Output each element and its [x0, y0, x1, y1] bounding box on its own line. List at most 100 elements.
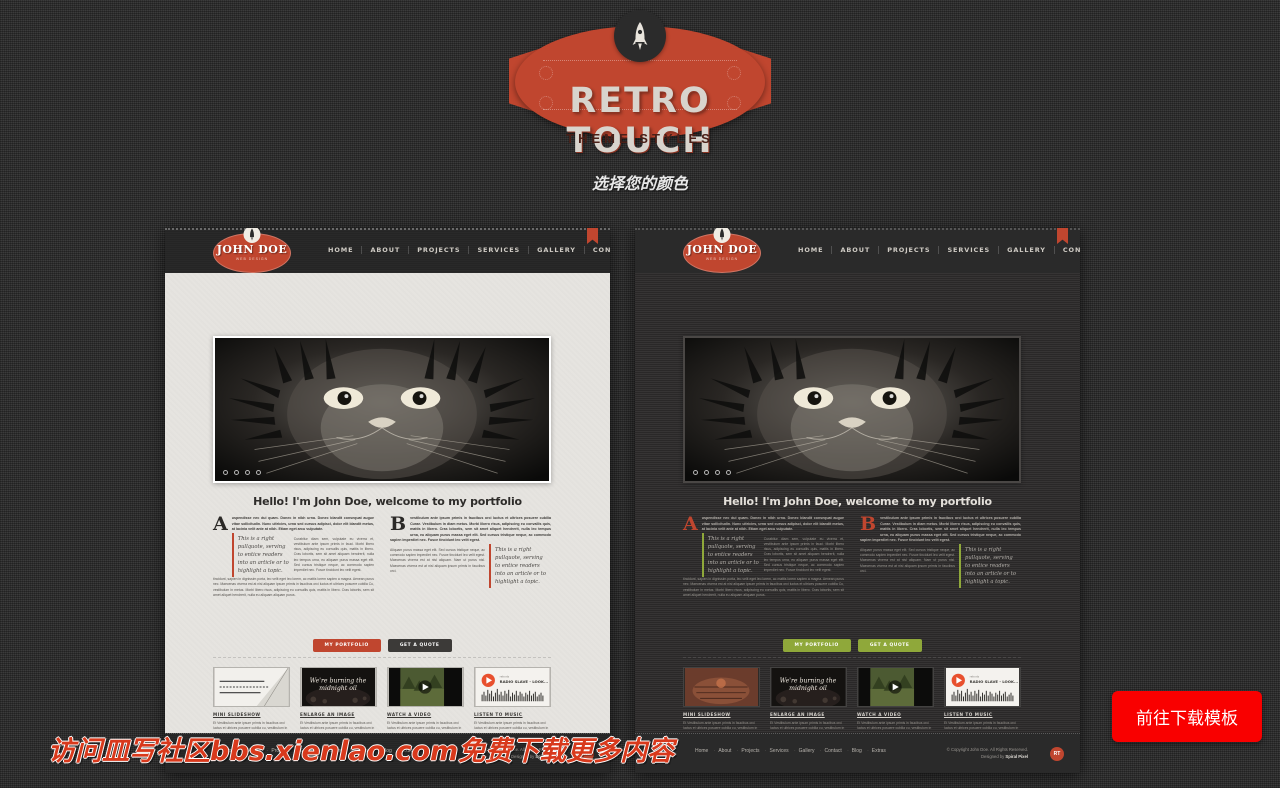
- slider-dot[interactable]: [704, 470, 709, 475]
- main-nav: HOME ABOUT PROJECTS SERVICES GALLERY CON…: [790, 246, 1080, 254]
- footer-link-contact[interactable]: Contact: [820, 748, 849, 754]
- ribbon-icon[interactable]: [587, 228, 598, 244]
- audio-thumb[interactable]: rekods RADIO SLAVE - LOOK...: [474, 667, 551, 707]
- theme-preview-dark[interactable]: JOHN DOE WEB DESIGN HOME ABOUT PROJECTS …: [635, 228, 1080, 773]
- svg-text:midnight oil: midnight oil: [319, 685, 357, 692]
- slider-dots[interactable]: [223, 470, 261, 475]
- choose-color-label: 选择您的颜色: [591, 174, 688, 193]
- footer-nav: Home About Projects Services Gallery Con…: [690, 748, 891, 754]
- card-title[interactable]: WATCH A VIDEO: [857, 712, 934, 717]
- midnight-oil-image: We're burning the midnight oil: [771, 668, 846, 706]
- pullquote: This is a right pullquote, serving to en…: [959, 543, 1021, 588]
- intro-column-right: Bvestibulum ante ipsum primis in faucibu…: [390, 515, 551, 598]
- nav-item-gallery[interactable]: GALLERY: [999, 246, 1055, 254]
- nav-item-projects[interactable]: PROJECTS: [409, 246, 470, 254]
- footer-link-services[interactable]: Services: [764, 748, 795, 754]
- footer-link-blog[interactable]: Blog: [847, 748, 869, 754]
- dropcap: B: [860, 513, 877, 535]
- card-enlarge-image[interactable]: We're burning the midnight oil ENLARGE A…: [300, 667, 377, 733]
- site-logo[interactable]: JOHN DOE WEB DESIGN: [683, 228, 761, 275]
- card-title[interactable]: MINI SLIDESHOW: [213, 712, 290, 717]
- card-title[interactable]: ENLARGE AN IMAGE: [300, 712, 377, 717]
- cta-row: MY PORTFOLIO GET A QUOTE: [213, 639, 551, 652]
- badge-ornament-icon: [539, 66, 553, 80]
- card-mini-slideshow[interactable]: MINI SLIDESHOW Et Vestibulum ante ipsum …: [213, 667, 290, 733]
- footer-badge-icon[interactable]: RT: [1050, 747, 1064, 761]
- nav-item-services[interactable]: SERVICES: [939, 246, 1000, 254]
- hero-slider[interactable]: [213, 336, 551, 483]
- video-image: [858, 668, 933, 706]
- card-watch-video[interactable]: WATCH A VIDEO Et Vestibulum ante ipsum p…: [857, 667, 934, 733]
- slider-dots[interactable]: [693, 470, 731, 475]
- svg-text:rekods: rekods: [500, 675, 510, 679]
- my-portfolio-button[interactable]: MY PORTFOLIO: [782, 639, 851, 652]
- nav-item-about[interactable]: ABOUT: [832, 246, 880, 254]
- card-title[interactable]: LISTEN TO MUSIC: [944, 712, 1021, 717]
- hero-slider[interactable]: [683, 336, 1021, 483]
- ribbon-icon[interactable]: [1057, 228, 1068, 244]
- slider-dot[interactable]: [715, 470, 720, 475]
- footer-copyright: © Copyright John Doe. All Rights Reserve…: [947, 746, 1028, 760]
- nav-item-home[interactable]: HOME: [790, 246, 833, 254]
- site-header: JOHN DOE WEB DESIGN HOME ABOUT PROJECTS …: [165, 228, 610, 273]
- card-text: Et Vestibulum ante ipsum primis in fauci…: [857, 721, 932, 733]
- feature-cards: MINI SLIDESHOW Et Vestibulum ante ipsum …: [213, 667, 551, 733]
- nav-item-gallery[interactable]: GALLERY: [529, 246, 585, 254]
- footer-link-home[interactable]: Home: [690, 748, 716, 754]
- nav-item-contact[interactable]: CONTACT: [585, 246, 610, 254]
- theme-preview-light[interactable]: JOHN DOE WEB DESIGN HOME ABOUT PROJECTS …: [165, 228, 610, 773]
- site-logo[interactable]: JOHN DOE WEB DESIGN: [213, 228, 291, 275]
- intro-lead-left: Auspendisse nec dui quam. Donec in nibh …: [683, 513, 844, 535]
- slideshow-thumb[interactable]: [213, 667, 290, 707]
- audio-thumb[interactable]: rekods RADIO SLAVE - LOOK...: [944, 667, 1021, 707]
- intro-lead-left: Auspendisse nec dui quam. Donec in nibh …: [213, 513, 374, 535]
- slider-dot[interactable]: [245, 470, 250, 475]
- card-listen-music[interactable]: rekods RADIO SLAVE - LOOK... LISTEN TO M…: [474, 667, 551, 733]
- video-thumb[interactable]: [387, 667, 464, 707]
- nav-item-about[interactable]: ABOUT: [362, 246, 410, 254]
- slider-dot[interactable]: [693, 470, 698, 475]
- feature-cards: MINI SLIDESHOW Et Vestibulum ante ipsum …: [683, 667, 1021, 733]
- site-watermark: 访问皿写社区bbs.xienlao.com免费下载更多内容: [48, 736, 675, 767]
- card-watch-video[interactable]: WATCH A VIDEO Et Vestibulum ante ipsum p…: [387, 667, 464, 733]
- nav-item-contact[interactable]: CONTACT: [1055, 246, 1080, 254]
- slideshow-image: [214, 668, 289, 706]
- card-title[interactable]: ENLARGE AN IMAGE: [770, 712, 847, 717]
- logo-subtext: WEB DESIGN: [235, 257, 269, 261]
- download-template-button[interactable]: 前往下载模板: [1112, 691, 1262, 742]
- card-title[interactable]: WATCH A VIDEO: [387, 712, 464, 717]
- card-listen-music[interactable]: rekods RADIO SLAVE - LOOK... LISTEN TO M…: [944, 667, 1021, 733]
- footer-link-extras[interactable]: Extras: [867, 748, 891, 754]
- slider-dot[interactable]: [234, 470, 239, 475]
- slider-dot[interactable]: [256, 470, 261, 475]
- nav-item-services[interactable]: SERVICES: [469, 246, 530, 254]
- my-portfolio-button[interactable]: MY PORTFOLIO: [312, 639, 381, 652]
- intro-columns: Auspendisse nec dui quam. Donec in nibh …: [683, 513, 1021, 598]
- video-thumb[interactable]: [857, 667, 934, 707]
- site-content: Hello! I'm John Doe, welcome to my portf…: [165, 273, 610, 733]
- dropcap: A: [683, 513, 698, 535]
- svg-text:RADIO SLAVE - LOOK...: RADIO SLAVE - LOOK...: [970, 679, 1019, 684]
- section-divider: [213, 657, 551, 658]
- nav-item-home[interactable]: HOME: [320, 246, 363, 254]
- midnight-oil-thumb[interactable]: We're burning the midnight oil: [770, 667, 847, 707]
- footer-link-about[interactable]: About: [713, 748, 738, 754]
- svg-text:midnight oil: midnight oil: [789, 685, 827, 692]
- nav-item-projects[interactable]: PROJECTS: [879, 246, 940, 254]
- designer-line: Designed by Spiral Pixel: [980, 754, 1028, 759]
- slider-dot[interactable]: [223, 470, 228, 475]
- footer-link-projects[interactable]: Projects: [736, 748, 766, 754]
- pullquote: This is a right pullquote, serving to en…: [231, 532, 294, 577]
- card-title[interactable]: LISTEN TO MUSIC: [474, 712, 551, 717]
- card-mini-slideshow[interactable]: MINI SLIDESHOW Et Vestibulum ante ipsum …: [683, 667, 760, 733]
- footer-link-gallery[interactable]: Gallery: [794, 748, 822, 754]
- get-a-quote-button[interactable]: GET A QUOTE: [857, 639, 922, 652]
- get-a-quote-button[interactable]: GET A QUOTE: [387, 639, 452, 652]
- slideshow-thumb[interactable]: [683, 667, 760, 707]
- site-footer: Home About Projects Services Gallery Con…: [635, 733, 1080, 773]
- card-enlarge-image[interactable]: We're burning the midnight oil ENLARGE A…: [770, 667, 847, 733]
- midnight-oil-thumb[interactable]: We're burning the midnight oil: [300, 667, 377, 707]
- card-title[interactable]: MINI SLIDESHOW: [683, 712, 760, 717]
- slider-dot[interactable]: [726, 470, 731, 475]
- hero-title: RETRO TOUCH: [566, 81, 714, 161]
